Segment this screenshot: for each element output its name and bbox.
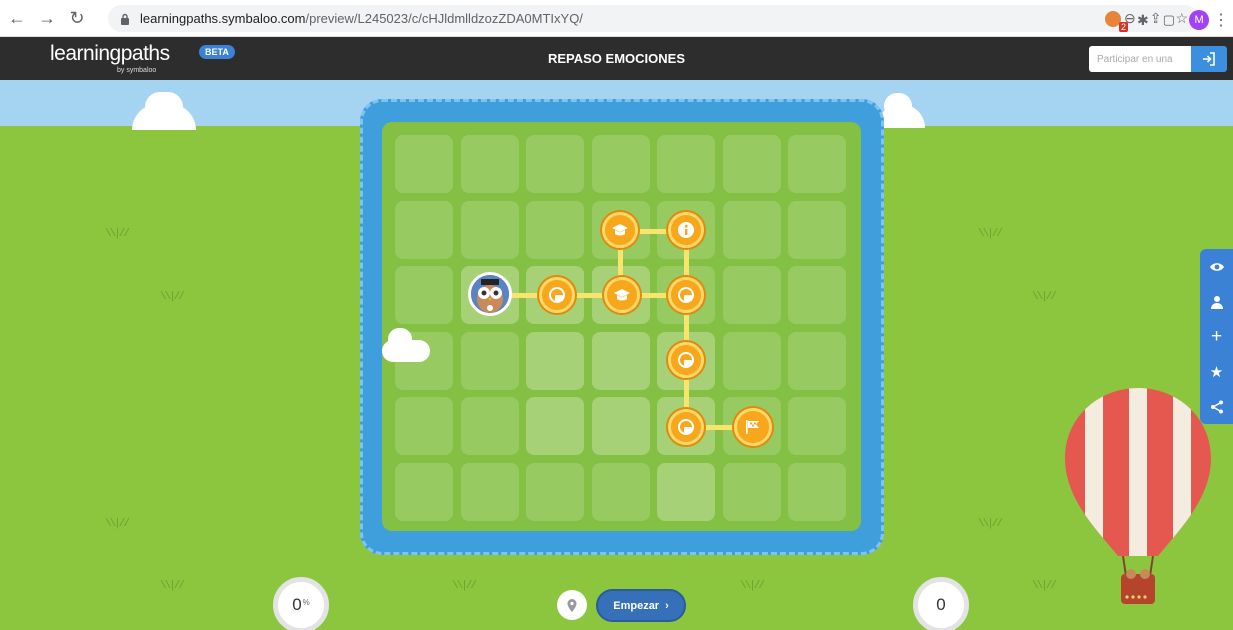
extension-icon[interactable]: 2 (1105, 11, 1128, 32)
start-label: Empezar (613, 599, 660, 612)
graduation-cap-icon (614, 289, 630, 301)
board-tile (788, 331, 846, 390)
page-title: REPASO EMOCIONES (547, 51, 685, 66)
logo-subtitle: by symbaloo (117, 67, 157, 74)
board-tile (591, 135, 650, 193)
join-code-input[interactable] (1089, 46, 1191, 72)
graduation-cap-icon (612, 224, 628, 236)
path-node-info[interactable] (668, 212, 704, 248)
board-tile (788, 200, 846, 259)
board-tile (657, 135, 715, 193)
board-tile (722, 200, 781, 259)
grass-tuft: \\|// (160, 580, 185, 592)
progress-unit: % (302, 598, 310, 607)
board-tile (526, 331, 584, 390)
profile-avatar[interactable]: M (1189, 10, 1210, 30)
cloud (884, 93, 912, 119)
web-link-icon (678, 419, 694, 435)
board-tile (722, 462, 781, 521)
score-value: 0 (936, 595, 946, 614)
path-node-quiz[interactable] (604, 277, 640, 313)
board-tile (395, 331, 453, 390)
side-panel-icon[interactable]: ▢ (1163, 12, 1175, 28)
board-tile (657, 462, 715, 521)
board-tile (395, 266, 453, 324)
board-tile (591, 331, 650, 390)
path-node-quiz[interactable] (602, 212, 638, 248)
path-node-finish[interactable] (734, 408, 772, 446)
progress-value: 0 (292, 595, 302, 614)
board-tile (526, 200, 584, 259)
grass-tuft: \\|// (160, 291, 185, 303)
grass-tuft: \\|// (740, 580, 765, 592)
progress-indicator: 0 % (273, 577, 329, 630)
board-tile (460, 331, 519, 390)
web-link-icon (678, 352, 694, 368)
web-link-icon (549, 287, 565, 303)
board-tile (722, 266, 781, 324)
board-tile (460, 397, 519, 455)
grass-tuft: \\|// (105, 518, 130, 530)
board-tile (788, 266, 846, 324)
path-node-web-link[interactable] (668, 277, 704, 313)
score-indicator: 0 (913, 577, 969, 630)
board-tile (395, 397, 453, 455)
map-pin-icon (567, 598, 577, 612)
back-icon[interactable]: ← (4, 5, 30, 31)
eye-icon[interactable] (1200, 249, 1233, 284)
board-tile (460, 200, 519, 259)
board-tile (460, 135, 519, 193)
board-tile (788, 397, 846, 455)
path-node-web-link[interactable] (539, 277, 575, 313)
join-button[interactable] (1191, 46, 1227, 72)
path-node-web-link[interactable] (668, 409, 704, 445)
board-tile (395, 462, 453, 521)
board-tile (526, 135, 584, 193)
board-tile (788, 135, 846, 193)
browser-toolbar: ← → ↻ learningpaths.symbaloo.com/preview… (0, 0, 1233, 37)
lock-icon[interactable] (118, 12, 132, 26)
start-button[interactable]: Empezar › (596, 589, 686, 622)
board-tile (722, 135, 781, 193)
finish-flag-icon (746, 420, 759, 434)
board-tile (460, 462, 519, 521)
grass-tuft: \\|// (1032, 291, 1057, 303)
grass-tuft: \\|// (1032, 580, 1057, 592)
address-bar[interactable]: learningpaths.symbaloo.com/preview/L2450… (108, 5, 1198, 32)
board-tile (722, 331, 781, 390)
board-tile (526, 397, 584, 455)
extensions-puzzle-icon[interactable]: ✱ (1137, 12, 1149, 29)
hot-air-balloon-icon (1065, 388, 1211, 604)
chevron-right-icon: › (665, 599, 669, 612)
location-marker-button[interactable] (557, 590, 587, 620)
path-node-web-link[interactable] (668, 342, 704, 378)
grass-tuft: \\|// (452, 580, 477, 592)
app-header: learningpaths by symbaloo BETA REPASO EM… (0, 37, 1233, 80)
cloud (145, 92, 183, 122)
web-link-icon (678, 287, 694, 303)
grass-tuft: \\|// (978, 518, 1003, 530)
forward-icon[interactable]: → (34, 5, 60, 31)
owl-avatar-icon[interactable] (468, 272, 512, 316)
board-tile (395, 135, 453, 193)
board-tile (591, 397, 650, 455)
grass-tuft: \\|// (978, 228, 1003, 240)
grass-tuft: \\|// (105, 228, 130, 240)
plus-icon[interactable]: + (1200, 319, 1233, 354)
board-tile (395, 200, 453, 259)
menu-kebab-icon[interactable]: ⋮ (1213, 10, 1229, 30)
path-segment (492, 293, 686, 298)
info-icon (678, 222, 694, 238)
path-segment (684, 231, 689, 427)
reload-icon[interactable]: ↻ (64, 5, 90, 31)
board-tile (788, 462, 846, 521)
user-icon[interactable] (1200, 284, 1233, 319)
enter-icon (1203, 52, 1215, 66)
board-tile (591, 462, 650, 521)
board-tile (526, 462, 584, 521)
star-icon[interactable]: ★ (1200, 354, 1233, 389)
url-text: learningpaths.symbaloo.com/preview/L2450… (140, 11, 583, 26)
